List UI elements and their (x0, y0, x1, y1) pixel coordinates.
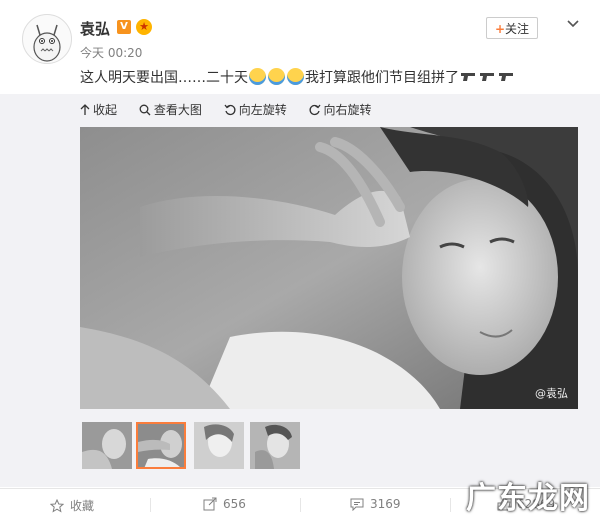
comment-icon (350, 498, 364, 512)
verified-icon: V (117, 20, 131, 34)
photo-watermark: @袁弘 (535, 387, 568, 400)
chevron-down-icon[interactable] (563, 14, 583, 34)
view-large-button[interactable]: 查看大图 (139, 101, 202, 118)
weibo-post-card: 袁弘 V ★ 今天 00:20 +关注 这人明天要出国……二十天 我打算跟他们节目… (0, 0, 600, 519)
magnifier-icon (139, 104, 151, 116)
repost-icon (203, 497, 217, 511)
media-toolbar: 收起 查看大图 向左旋转 向右旋转 (80, 101, 390, 119)
scream-emoji-icon (287, 68, 304, 85)
rotate-right-button[interactable]: 向右旋转 (309, 101, 372, 118)
divider (450, 498, 451, 512)
media-panel: 收起 查看大图 向左旋转 向右旋转 @袁弘 (0, 94, 600, 487)
thumbnail-image (194, 422, 244, 469)
thumbnail-3[interactable] (194, 422, 244, 469)
post-text-part1: 这人明天要出国……二十天 (80, 70, 248, 86)
thumbnail-2-selected[interactable] (136, 422, 186, 469)
thumbnail-1[interactable] (82, 422, 132, 469)
thumbnail-image (250, 422, 300, 469)
medal-icon: ★ (136, 19, 152, 35)
favorite-label: 收藏 (70, 499, 95, 513)
thumbnail-image (138, 424, 184, 467)
divider (150, 498, 151, 512)
repost-count: 656 (223, 497, 246, 511)
scream-emoji-icon (268, 68, 285, 85)
username[interactable]: 袁弘 (80, 18, 110, 39)
collapse-label: 收起 (93, 103, 118, 117)
follow-label: 关注 (505, 22, 530, 36)
follow-plus: + (494, 22, 506, 36)
thumbnail-image (82, 422, 132, 469)
post-text-part2: 我打算跟他们节目组拼了 (305, 70, 459, 86)
avatar[interactable] (22, 14, 72, 64)
view-large-label: 查看大图 (153, 103, 202, 117)
scream-emoji-icon (249, 68, 266, 85)
comment-count: 3169 (370, 497, 401, 511)
post-timestamp[interactable]: 今天 00:20 (80, 44, 142, 61)
gun-emoji-icon (499, 73, 513, 81)
post-text: 这人明天要出国……二十天 我打算跟他们节目组拼了 (80, 67, 516, 87)
rotate-left-label: 向左旋转 (238, 103, 287, 117)
repost-button[interactable]: 656 (203, 497, 246, 511)
site-watermark: 广东龙网 (466, 481, 590, 516)
comment-button[interactable]: 3169 (350, 497, 401, 512)
avatar-totoro-icon (33, 24, 61, 62)
rotate-left-icon (224, 104, 236, 116)
gun-emoji-icon (480, 73, 494, 81)
favorite-button[interactable]: 收藏 (49, 497, 95, 514)
star-icon (49, 498, 65, 513)
collapse-arrow-icon (80, 104, 90, 115)
gun-emoji-icon (461, 73, 475, 81)
rotate-right-label: 向右旋转 (323, 103, 372, 117)
rotate-left-button[interactable]: 向左旋转 (224, 101, 287, 118)
collapse-button[interactable]: 收起 (80, 101, 117, 118)
divider (300, 498, 301, 512)
main-photo[interactable]: @袁弘 (80, 127, 578, 409)
photo-image (80, 127, 578, 409)
rotate-right-icon (309, 104, 321, 116)
thumbnail-4[interactable] (250, 422, 300, 469)
follow-button[interactable]: +关注 (486, 17, 538, 39)
